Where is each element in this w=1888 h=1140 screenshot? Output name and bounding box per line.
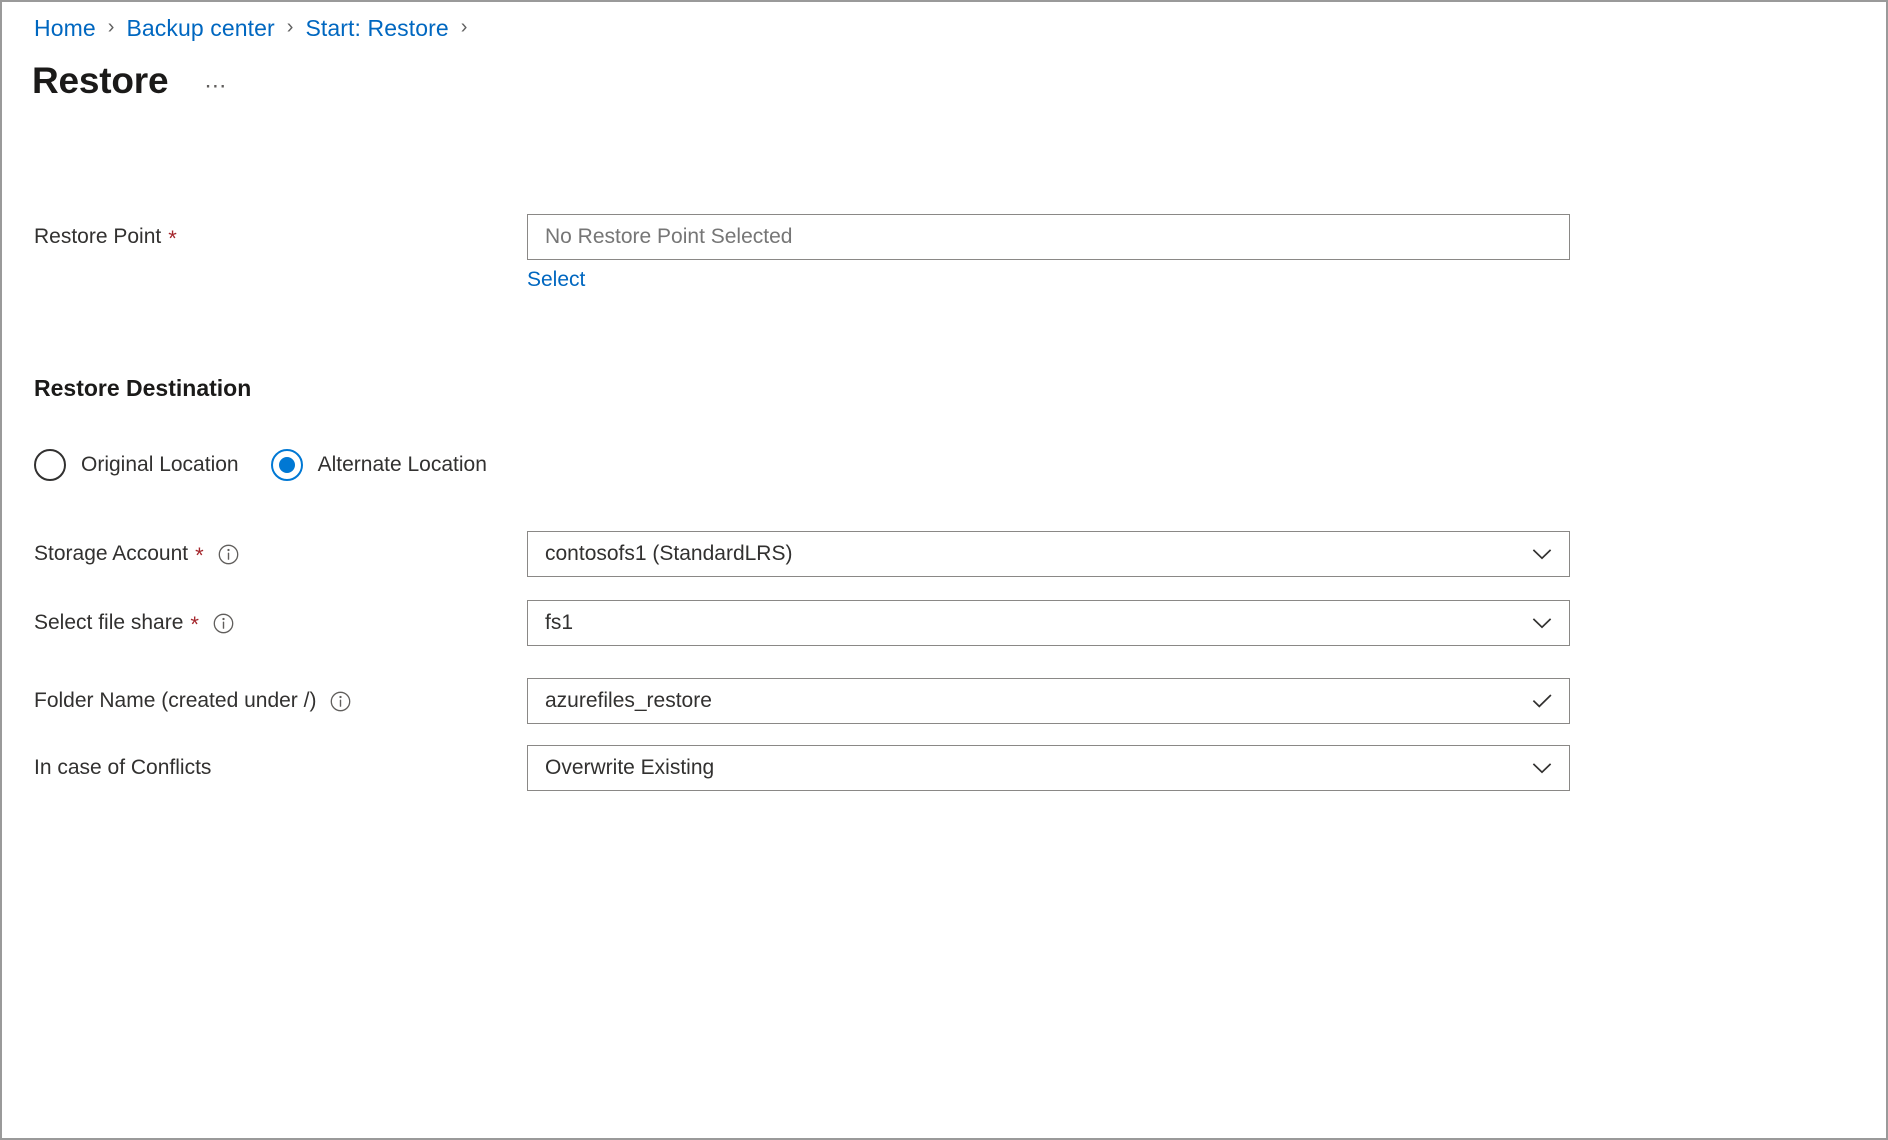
required-marker: * bbox=[195, 545, 204, 567]
page-title: Restore bbox=[32, 58, 168, 104]
storage-account-dropdown[interactable]: contosofs1 (StandardLRS) bbox=[527, 531, 1570, 577]
file-share-label-text: Select file share bbox=[34, 611, 183, 635]
restore-point-label: Restore Point * bbox=[34, 214, 177, 260]
chevron-down-icon[interactable] bbox=[1529, 755, 1555, 781]
required-marker: * bbox=[168, 228, 177, 250]
folder-name-label: Folder Name (created under /) bbox=[34, 678, 351, 724]
folder-name-value: azurefiles_restore bbox=[545, 688, 1529, 714]
checkmark-icon bbox=[1529, 688, 1555, 714]
radio-original-location[interactable]: Original Location bbox=[34, 449, 239, 481]
conflicts-label: In case of Conflicts bbox=[34, 745, 211, 791]
chevron-down-icon[interactable] bbox=[1529, 541, 1555, 567]
info-icon[interactable] bbox=[330, 691, 351, 712]
file-share-label: Select file share * bbox=[34, 600, 234, 646]
radio-selected-icon bbox=[271, 449, 303, 481]
breadcrumb-separator-icon: › bbox=[287, 17, 294, 37]
chevron-down-icon[interactable] bbox=[1529, 610, 1555, 636]
restore-destination-radio-group: Original Location Alternate Location bbox=[34, 449, 519, 481]
file-share-dropdown[interactable]: fs1 bbox=[527, 600, 1570, 646]
radio-unselected-icon bbox=[34, 449, 66, 481]
breadcrumb-item-start-restore[interactable]: Start: Restore bbox=[305, 15, 448, 42]
restore-point-row: Restore Point * No Restore Point Selecte… bbox=[2, 214, 1888, 260]
restore-point-value: No Restore Point Selected bbox=[545, 224, 1557, 250]
conflicts-row: In case of Conflicts Overwrite Existing bbox=[2, 745, 1888, 791]
restore-destination-heading: Restore Destination bbox=[34, 374, 251, 402]
breadcrumb-separator-icon: › bbox=[108, 17, 115, 37]
breadcrumb: Home › Backup center › Start: Restore › bbox=[34, 13, 479, 43]
restore-point-label-text: Restore Point bbox=[34, 225, 161, 249]
info-icon[interactable] bbox=[213, 613, 234, 634]
required-marker: * bbox=[190, 614, 199, 636]
conflicts-label-text: In case of Conflicts bbox=[34, 756, 211, 780]
breadcrumb-separator-icon: › bbox=[461, 17, 468, 37]
restore-blade: Home › Backup center › Start: Restore › … bbox=[0, 0, 1888, 1140]
conflicts-value: Overwrite Existing bbox=[545, 755, 1529, 781]
folder-name-row: Folder Name (created under /) azurefiles… bbox=[2, 678, 1888, 724]
storage-account-label-text: Storage Account bbox=[34, 542, 188, 566]
restore-point-input[interactable]: No Restore Point Selected bbox=[527, 214, 1570, 260]
breadcrumb-item-backup-center[interactable]: Backup center bbox=[126, 15, 274, 42]
file-share-row: Select file share * fs1 bbox=[2, 600, 1888, 646]
info-icon[interactable] bbox=[218, 544, 239, 565]
more-options-icon[interactable]: ⋯ bbox=[204, 75, 228, 97]
breadcrumb-item-home[interactable]: Home bbox=[34, 15, 96, 42]
radio-original-location-label: Original Location bbox=[81, 452, 239, 478]
title-row: Restore ⋯ bbox=[32, 58, 228, 104]
storage-account-value: contosofs1 (StandardLRS) bbox=[545, 541, 1529, 567]
conflicts-dropdown[interactable]: Overwrite Existing bbox=[527, 745, 1570, 791]
file-share-value: fs1 bbox=[545, 610, 1529, 636]
storage-account-row: Storage Account * contosofs1 (StandardLR… bbox=[2, 531, 1888, 577]
radio-alternate-location[interactable]: Alternate Location bbox=[271, 449, 487, 481]
radio-alternate-location-label: Alternate Location bbox=[318, 452, 487, 478]
restore-point-select-link[interactable]: Select bbox=[527, 267, 585, 293]
storage-account-label: Storage Account * bbox=[34, 531, 239, 577]
folder-name-label-text: Folder Name (created under /) bbox=[34, 689, 316, 713]
folder-name-input[interactable]: azurefiles_restore bbox=[527, 678, 1570, 724]
